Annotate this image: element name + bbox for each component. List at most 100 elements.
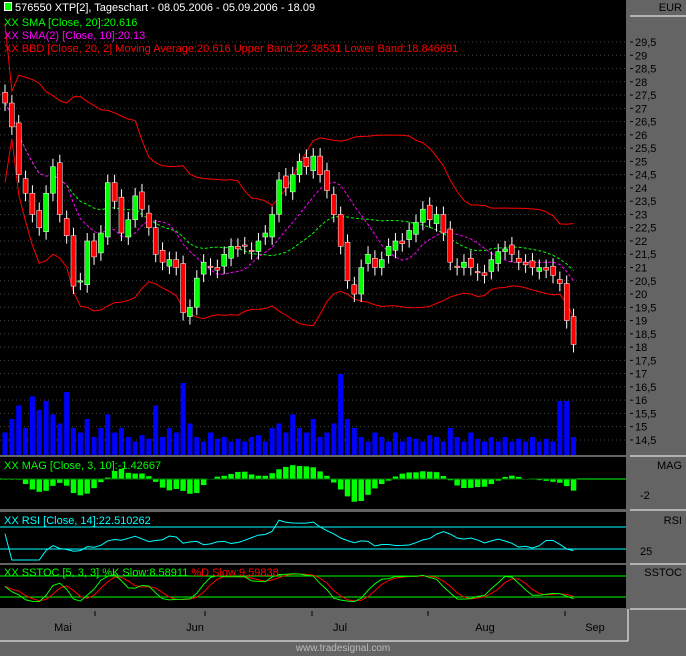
mag-bar [214, 476, 221, 480]
mag-bar [56, 478, 64, 484]
mag-bar [378, 478, 385, 485]
candle-up [385, 246, 392, 256]
volume-bar [420, 441, 426, 455]
candle-up [379, 259, 385, 268]
y-tick-label: 14,5 [635, 435, 656, 447]
mag-bar [1, 478, 9, 481]
candle-down [481, 272, 488, 276]
mag-bar [549, 478, 557, 483]
mag-bar [447, 478, 454, 481]
price-unit: EUR [658, 2, 682, 14]
month-label: Mai [54, 622, 72, 634]
mag-bar [173, 478, 180, 490]
mag-bar [351, 478, 358, 503]
mag-bar [440, 475, 447, 480]
y-tick-label: 18,5 [635, 329, 656, 341]
candle-down [399, 240, 406, 244]
mag-bar [474, 478, 481, 488]
volume-bar [379, 437, 385, 455]
candle-up [495, 251, 501, 264]
volume-bar [543, 438, 549, 455]
candle-up [187, 307, 193, 317]
candle-up [296, 161, 303, 175]
mag-bar [186, 478, 194, 495]
mag-bar [357, 478, 365, 502]
mag-bar [337, 478, 344, 491]
candle-up [228, 246, 234, 259]
mag-tick: -2 [640, 490, 650, 502]
mag-bar [405, 471, 413, 480]
candle-up [461, 261, 467, 268]
candle-down [529, 260, 536, 268]
mag-bar [310, 466, 317, 480]
volume-bar [16, 405, 22, 455]
footer-link[interactable]: www.tradesignal.com [0, 643, 686, 654]
mag-bar [296, 465, 303, 480]
month-label: Sep [585, 622, 605, 634]
mag-bar [303, 465, 310, 480]
candle-up [269, 214, 275, 238]
legend-bbd[interactable]: XX BBD [Close, 20, 2] Moving Average:20.… [4, 43, 458, 55]
chart-canvas[interactable]: 29,52928,52827,52726,52625,52524,52423,5… [0, 0, 686, 656]
candle-down [15, 122, 22, 175]
mag-bar [282, 466, 290, 480]
volume-bar [523, 441, 529, 455]
volume-bar [406, 437, 412, 455]
candle-up [392, 240, 399, 251]
volume-bar [392, 432, 398, 455]
volume-bar [557, 401, 563, 455]
volume-bar [310, 419, 316, 455]
mag-bar [522, 478, 529, 480]
candle-up [194, 277, 200, 308]
volume-bar [283, 432, 289, 455]
mag-bar [556, 478, 564, 484]
volume-bar [502, 437, 508, 455]
mag-bar [508, 475, 516, 480]
candle-down [207, 265, 214, 268]
chart-window: 29,5 29 28,5 28 27,5 27 26,5 26 25,5 25 24,5 24 23,5… [0, 0, 686, 656]
legend-sma10[interactable]: XX SMA(2) [Close, 10]:20.13 [4, 30, 145, 42]
volume-bar [208, 432, 213, 455]
legend-rsi[interactable]: XX RSI [Close, 14]:22.510262 [4, 515, 151, 527]
candle-down [173, 259, 179, 268]
mag-bar [330, 478, 338, 484]
y-tick-label: 15,5 [635, 408, 656, 420]
sstoc-axis-label: SSTOC [644, 567, 682, 579]
volume-bar [84, 419, 90, 455]
candle-up [420, 208, 426, 223]
mag-bar [193, 478, 201, 494]
volume-bar [482, 441, 487, 455]
volume-bar [372, 432, 378, 455]
mag-bar [275, 468, 283, 480]
mag-bar [529, 478, 536, 481]
mag-bar [42, 478, 50, 492]
volume-bar [262, 441, 268, 455]
volume-bar [180, 383, 186, 455]
candle-up [289, 174, 296, 193]
candle-down [180, 263, 186, 313]
mag-bar [316, 470, 324, 480]
candle-up [536, 267, 543, 272]
candle-down [63, 218, 70, 236]
y-tick-label: 20 [635, 289, 647, 301]
mag-bar [268, 472, 276, 480]
volume-bar [160, 437, 166, 455]
mag-bar [77, 478, 84, 496]
legend-sstoc[interactable]: XX SSTOC [5, 3, 3] %K Slow:8.58911 %D Sl… [4, 567, 279, 579]
legend-sma20[interactable]: XX SMA [Close, 20]:20.616 [4, 17, 137, 29]
mag-bar [426, 471, 433, 480]
mag-bar [220, 475, 228, 480]
mag-bar [248, 473, 255, 480]
volume-bar [454, 437, 460, 455]
volume-bar [255, 435, 261, 455]
candle-down [543, 267, 549, 271]
candle-down [235, 246, 241, 250]
legend-mag[interactable]: XX MAG [Close, 3, 10]:-1.42667 [4, 460, 161, 472]
candle-down [29, 192, 36, 215]
candle-up [98, 232, 104, 254]
candle-up [413, 222, 419, 235]
candle-down [70, 235, 77, 287]
candle-down [111, 182, 118, 202]
candle-up [502, 248, 508, 252]
mag-bar [385, 478, 392, 482]
